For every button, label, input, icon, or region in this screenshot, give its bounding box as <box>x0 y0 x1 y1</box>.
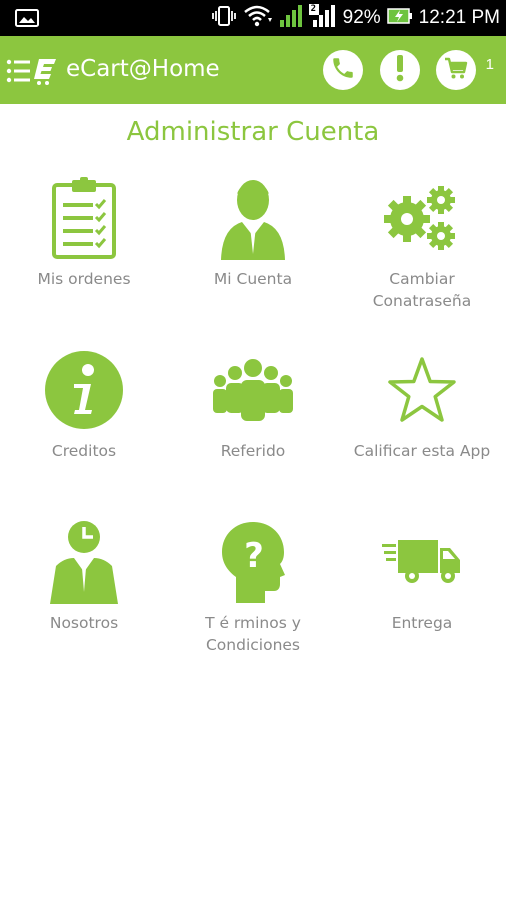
tile-label: Entrega <box>391 614 453 632</box>
group-people-icon <box>212 359 294 425</box>
head-question-icon: ? <box>220 521 286 607</box>
businessman-clock-icon <box>44 520 124 608</box>
tile-label: Creditos <box>51 442 117 460</box>
info-icon <box>44 350 124 434</box>
tile-label: Nosotros <box>49 614 119 632</box>
status-bar: 2 92% 12:21 PM <box>0 0 506 36</box>
shopping-cart-icon <box>443 55 469 85</box>
tile-label: Calificar esta App <box>353 442 491 460</box>
gears-icon <box>383 183 461 257</box>
drawer-menu-button[interactable] <box>6 56 58 86</box>
vibrate-icon <box>211 5 237 31</box>
tile-label: Cambiar Conatraseña <box>372 270 472 310</box>
tile-referido[interactable]: Referido <box>169 350 337 462</box>
tile-creditos[interactable]: Creditos <box>0 350 168 462</box>
gallery-notification-icon <box>15 8 39 32</box>
tile-cambiar-contrasena[interactable]: Cambiar Conatraseña <box>338 178 506 312</box>
tile-label: T é rminos y Condiciones <box>205 614 301 654</box>
wifi-icon <box>243 5 273 31</box>
tile-label: Mis ordenes <box>37 270 131 288</box>
battery-charging-icon <box>386 6 413 30</box>
phone-icon <box>330 55 356 85</box>
star-icon <box>387 356 457 428</box>
tile-entrega[interactable]: Entrega <box>338 522 506 634</box>
cart-count-badge: 1 <box>485 56 494 73</box>
user-account-icon <box>220 176 286 264</box>
ecart-logo-icon <box>34 59 56 85</box>
alerts-button[interactable] <box>380 50 420 90</box>
cart-button[interactable] <box>436 50 476 90</box>
tile-calificar-app[interactable]: Calificar esta App <box>338 350 506 462</box>
app-bar: eCart@Home 1 <box>0 36 506 104</box>
clipboard-checklist-icon <box>51 177 117 263</box>
sim-index-label: 2 <box>310 4 317 14</box>
tile-label: Mi Cuenta <box>213 270 293 288</box>
tile-terminos[interactable]: ? T é rminos y Condiciones <box>169 522 337 656</box>
tile-nosotros[interactable]: Nosotros <box>0 520 168 634</box>
tile-mis-ordenes[interactable]: Mis ordenes <box>0 177 168 290</box>
status-indicators: 2 92% 12:21 PM <box>211 0 500 36</box>
clock: 12:21 PM <box>418 7 500 28</box>
app-title: eCart@Home <box>66 56 220 82</box>
exclamation-icon <box>388 53 412 87</box>
battery-percent: 92% <box>342 7 381 28</box>
tile-mi-cuenta[interactable]: Mi Cuenta <box>169 178 337 290</box>
hamburger-menu-icon <box>6 59 30 83</box>
tile-label: Referido <box>220 442 286 460</box>
delivery-truck-icon <box>382 538 462 590</box>
call-button[interactable] <box>323 50 363 90</box>
svg-text:?: ? <box>244 536 264 576</box>
signal-green-icon <box>279 4 303 32</box>
page-title: Administrar Cuenta <box>126 117 380 147</box>
signal-sim2-icon: 2 <box>308 4 337 32</box>
